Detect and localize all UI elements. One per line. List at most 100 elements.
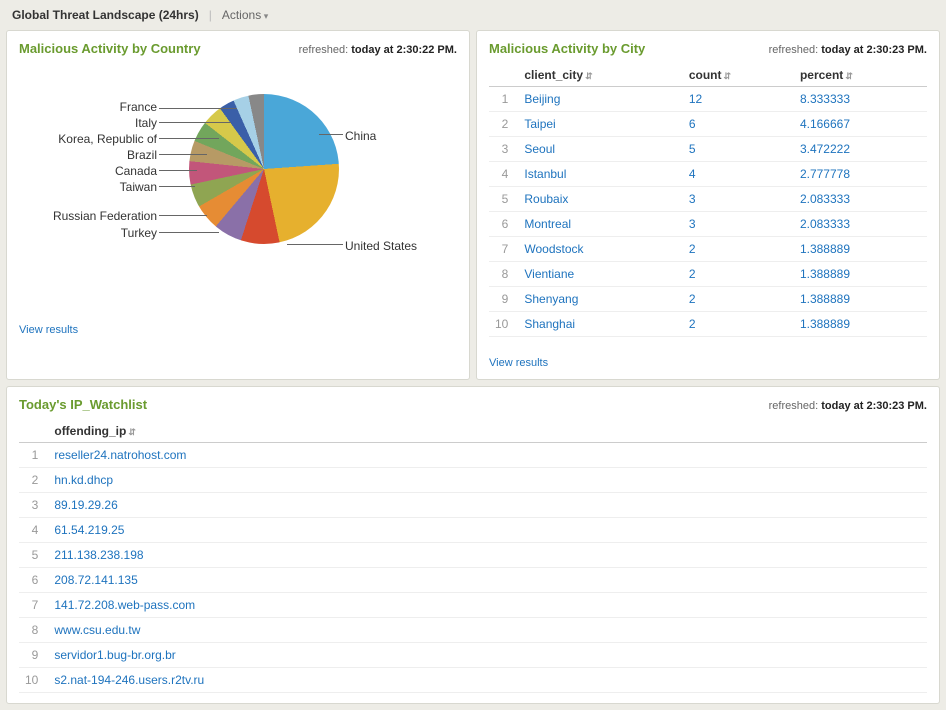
pie-label-italy: Italy — [17, 116, 157, 130]
table-row: 6Montreal32.083333 — [489, 212, 927, 237]
dashboard-row: Malicious Activity by Country refreshed:… — [0, 30, 946, 380]
col-idx — [489, 64, 518, 87]
table-row: 6208.72.141.135 — [19, 568, 927, 593]
cell-ip[interactable]: www.csu.edu.tw — [48, 618, 927, 643]
table-row: 1Beijing128.333333 — [489, 87, 927, 112]
cell-percent[interactable]: 3.472222 — [794, 137, 927, 162]
row-index: 9 — [19, 643, 48, 668]
pie-leader — [159, 154, 207, 155]
refreshed-prefix: refreshed: — [299, 44, 349, 56]
view-results-link[interactable]: View results — [19, 324, 78, 336]
table-row: 3Seoul53.472222 — [489, 137, 927, 162]
cell-count[interactable]: 3 — [683, 212, 794, 237]
table-row: 8www.csu.edu.tw — [19, 618, 927, 643]
col-label: count — [689, 68, 722, 82]
pie-label-china: China — [345, 129, 376, 143]
sort-icon: ⇵ — [128, 427, 136, 437]
cell-count[interactable]: 3 — [683, 187, 794, 212]
cell-ip[interactable]: 211.138.238.198 — [48, 543, 927, 568]
panel-header: Malicious Activity by Country refreshed:… — [19, 41, 457, 56]
cell-percent[interactable]: 2.777778 — [794, 162, 927, 187]
watchlist-table: offending_ip⇵ 1reseller24.natrohost.com2… — [19, 420, 927, 693]
cell-ip[interactable]: 61.54.219.25 — [48, 518, 927, 543]
row-index: 8 — [489, 262, 518, 287]
panel-title: Today's IP_Watchlist — [19, 397, 147, 412]
refreshed-prefix: refreshed: — [769, 400, 819, 412]
row-index: 5 — [489, 187, 518, 212]
pie-leader — [159, 122, 231, 123]
cell-count[interactable]: 2 — [683, 287, 794, 312]
sort-icon: ⇵ — [845, 71, 853, 81]
table-row: 4Istanbul42.777778 — [489, 162, 927, 187]
cell-count[interactable]: 12 — [683, 87, 794, 112]
cell-ip[interactable]: reseller24.natrohost.com — [48, 443, 927, 468]
panel-title: Malicious Activity by Country — [19, 41, 201, 56]
row-index: 2 — [489, 112, 518, 137]
cell-ip[interactable]: 141.72.208.web-pass.com — [48, 593, 927, 618]
cell-count[interactable]: 2 — [683, 237, 794, 262]
cell-city[interactable]: Montreal — [518, 212, 682, 237]
panel-header: Today's IP_Watchlist refreshed: today at… — [19, 397, 927, 412]
row-index: 6 — [19, 568, 48, 593]
cell-percent[interactable]: 1.388889 — [794, 262, 927, 287]
cell-count[interactable]: 2 — [683, 312, 794, 337]
pie-leader — [159, 232, 219, 233]
sort-icon: ⇵ — [585, 71, 593, 81]
actions-menu[interactable]: Actions — [222, 8, 268, 22]
cell-count[interactable]: 4 — [683, 162, 794, 187]
row-index: 7 — [489, 237, 518, 262]
row-index: 1 — [489, 87, 518, 112]
col-label: offending_ip — [54, 424, 126, 438]
col-idx — [19, 420, 48, 443]
cell-count[interactable]: 5 — [683, 137, 794, 162]
cell-percent[interactable]: 2.083333 — [794, 212, 927, 237]
col-percent[interactable]: percent⇵ — [794, 64, 927, 87]
row-index: 7 — [19, 593, 48, 618]
row-index: 2 — [19, 468, 48, 493]
cell-percent[interactable]: 2.083333 — [794, 187, 927, 212]
cell-ip[interactable]: s2.nat-194-246.users.r2tv.ru — [48, 668, 927, 693]
cell-city[interactable]: Beijing — [518, 87, 682, 112]
pie-leader — [319, 134, 343, 135]
table-row: 7Woodstock21.388889 — [489, 237, 927, 262]
cell-percent[interactable]: 1.388889 — [794, 237, 927, 262]
col-client-city[interactable]: client_city⇵ — [518, 64, 682, 87]
refreshed-time: today at 2:30:22 PM. — [351, 44, 457, 56]
cell-count[interactable]: 2 — [683, 262, 794, 287]
cell-count[interactable]: 6 — [683, 112, 794, 137]
table-row: 461.54.219.25 — [19, 518, 927, 543]
cell-ip[interactable]: hn.kd.dhcp — [48, 468, 927, 493]
refreshed-label: refreshed: today at 2:30:22 PM. — [299, 44, 457, 56]
cell-percent[interactable]: 1.388889 — [794, 312, 927, 337]
view-results-link[interactable]: View results — [489, 357, 548, 369]
pie-label-brazil: Brazil — [17, 148, 157, 162]
refreshed-time: today at 2:30:23 PM. — [821, 44, 927, 56]
cell-city[interactable]: Woodstock — [518, 237, 682, 262]
col-offending-ip[interactable]: offending_ip⇵ — [48, 420, 927, 443]
pie-label-russia: Russian Federation — [17, 209, 157, 223]
row-index: 10 — [19, 668, 48, 693]
table-row: 5211.138.238.198 — [19, 543, 927, 568]
cell-city[interactable]: Vientiane — [518, 262, 682, 287]
cell-ip[interactable]: servidor1.bug-br.org.br — [48, 643, 927, 668]
cell-percent[interactable]: 4.166667 — [794, 112, 927, 137]
cell-city[interactable]: Taipei — [518, 112, 682, 137]
table-row: 10Shanghai21.388889 — [489, 312, 927, 337]
cell-ip[interactable]: 208.72.141.135 — [48, 568, 927, 593]
pie-chart[interactable]: China United States France Italy Korea, … — [19, 64, 457, 274]
pie-leader — [287, 244, 343, 245]
city-table: client_city⇵ count⇵ percent⇵ 1Beijing128… — [489, 64, 927, 337]
col-count[interactable]: count⇵ — [683, 64, 794, 87]
pie-leader — [159, 170, 197, 171]
cell-percent[interactable]: 8.333333 — [794, 87, 927, 112]
cell-city[interactable]: Shenyang — [518, 287, 682, 312]
cell-city[interactable]: Shanghai — [518, 312, 682, 337]
cell-ip[interactable]: 89.19.29.26 — [48, 493, 927, 518]
cell-city[interactable]: Istanbul — [518, 162, 682, 187]
cell-percent[interactable]: 1.388889 — [794, 287, 927, 312]
table-row: 1reseller24.natrohost.com — [19, 443, 927, 468]
cell-city[interactable]: Seoul — [518, 137, 682, 162]
cell-city[interactable]: Roubaix — [518, 187, 682, 212]
table-row: 2hn.kd.dhcp — [19, 468, 927, 493]
row-index: 4 — [489, 162, 518, 187]
